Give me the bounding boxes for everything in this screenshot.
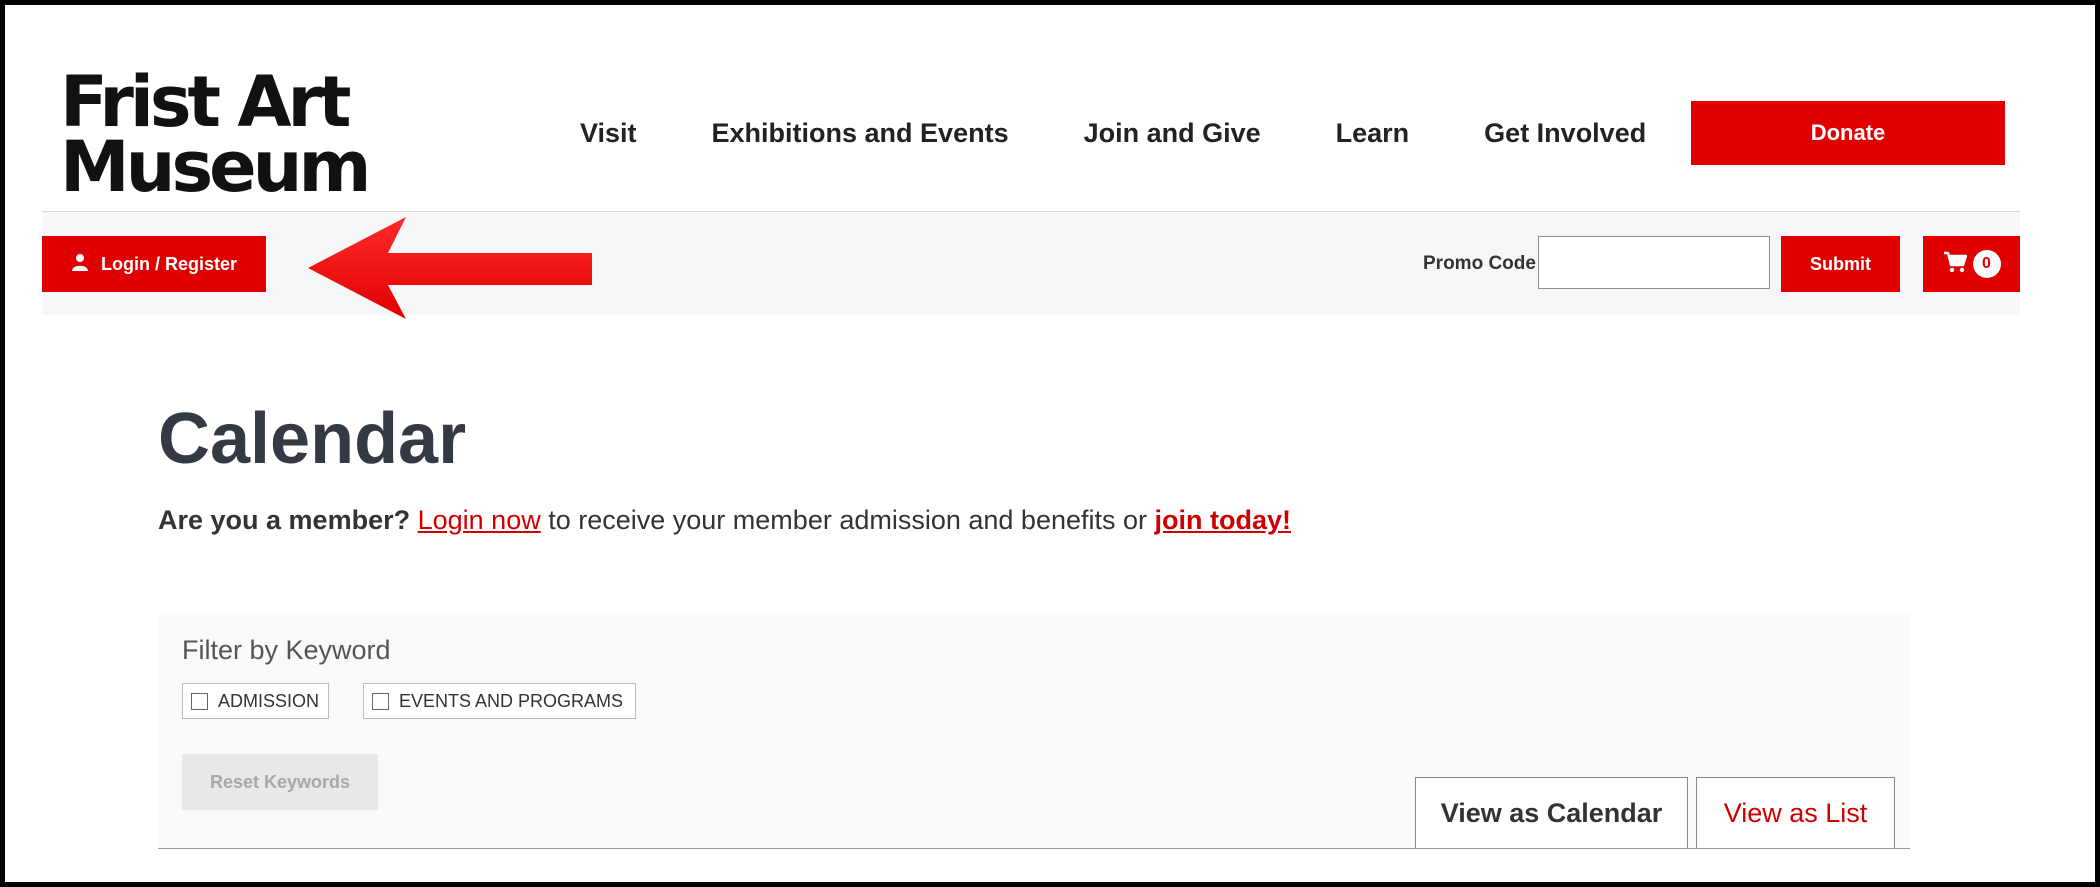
arrow-left-icon: [308, 217, 593, 325]
cart-count-badge: 0: [1972, 250, 2001, 278]
page-frame: Frist Art Museum Visit Exhibitions and E…: [0, 0, 2100, 887]
keyword-checkbox-events-and-programs[interactable]: EVENTS AND PROGRAMS: [363, 683, 636, 719]
member-middle-text: to receive your member admission and ben…: [540, 505, 1155, 535]
filter-panel: Filter by Keyword ADMISSION EVENTS AND P…: [158, 613, 1910, 849]
member-message: Are you a member? Login now to receive y…: [158, 505, 1291, 536]
tabs-bottom-border: [158, 848, 1910, 849]
site-logo[interactable]: Frist Art Museum: [60, 67, 371, 207]
keyword-label: EVENTS AND PROGRAMS: [399, 690, 624, 711]
login-register-label: Login / Register: [100, 253, 237, 274]
checkbox-icon[interactable]: [372, 692, 389, 710]
member-question: Are you a member?: [158, 505, 411, 535]
promo-code-label: Promo Code: [1423, 253, 1536, 274]
nav-item-exhibitions-and-events[interactable]: Exhibitions and Events: [712, 118, 1009, 149]
nav-item-join-and-give[interactable]: Join and Give: [1084, 118, 1261, 149]
reset-keywords-button[interactable]: Reset Keywords: [182, 754, 378, 810]
keyword-checkbox-admission[interactable]: ADMISSION: [182, 683, 329, 719]
nav-item-learn[interactable]: Learn: [1336, 118, 1410, 149]
nav-item-visit[interactable]: Visit: [580, 118, 637, 149]
tab-view-as-list[interactable]: View as List: [1696, 777, 1895, 849]
filter-title: Filter by Keyword: [182, 635, 391, 665]
nav-item-get-involved[interactable]: Get Involved: [1484, 118, 1646, 149]
donate-button[interactable]: Donate: [1691, 101, 2005, 165]
join-today-link[interactable]: join today!: [1155, 505, 1292, 535]
cart-icon: [1943, 251, 1967, 278]
tab-view-as-calendar[interactable]: View as Calendar: [1415, 777, 1688, 849]
main-nav: Visit Exhibitions and Events Join and Gi…: [580, 118, 1646, 149]
cart-button[interactable]: 0: [1923, 236, 2020, 292]
promo-code-input[interactable]: [1538, 236, 1770, 289]
logo-line-2: Museum: [60, 126, 371, 208]
checkbox-icon[interactable]: [191, 692, 208, 710]
user-icon: [71, 253, 89, 276]
keyword-label: ADMISSION: [218, 690, 320, 711]
page-title: Calendar: [158, 399, 467, 479]
login-register-button[interactable]: Login / Register: [42, 236, 266, 292]
promo-submit-button[interactable]: Submit: [1781, 236, 1900, 292]
login-now-link[interactable]: Login now: [418, 505, 541, 535]
